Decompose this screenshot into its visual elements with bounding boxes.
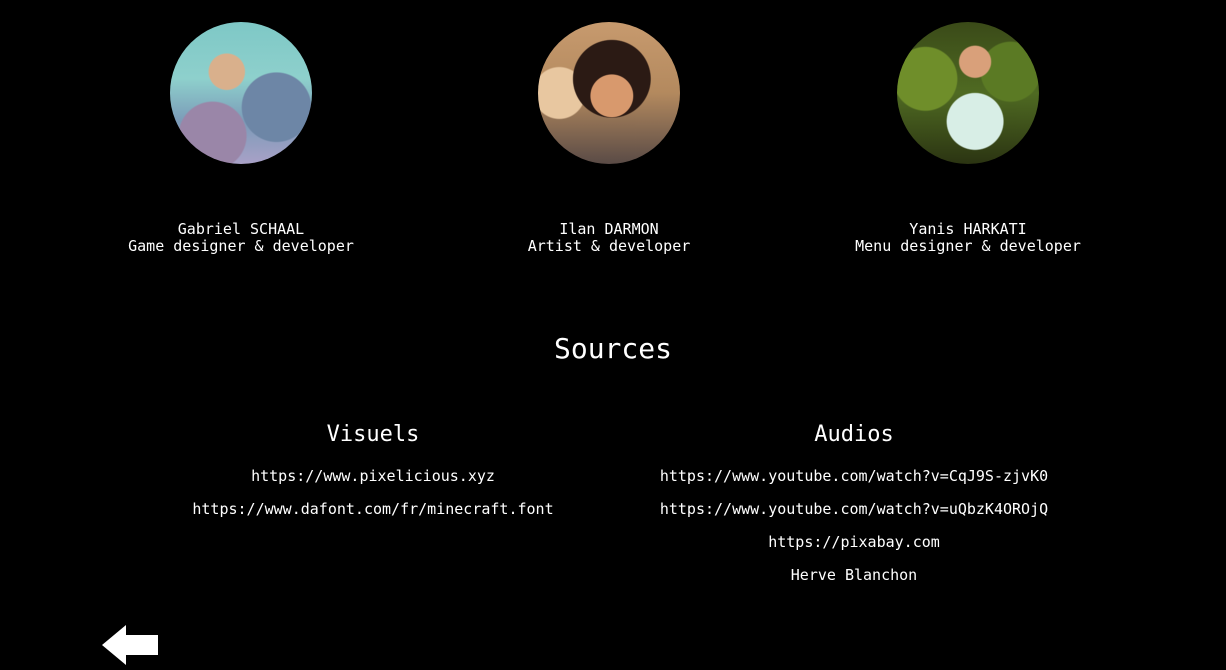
member-role: Game designer & developer bbox=[128, 237, 354, 255]
back-button[interactable] bbox=[102, 625, 160, 665]
member-role: Artist & developer bbox=[527, 237, 691, 255]
sources-title: Sources bbox=[553, 332, 672, 365]
avatar bbox=[538, 22, 680, 164]
avatar bbox=[170, 22, 312, 164]
audios-column: Audios https://www.youtube.com/watch?v=C… bbox=[604, 422, 1104, 600]
visuels-column: Visuels https://www.pixelicious.xyz http… bbox=[173, 422, 573, 534]
member-name: Yanis HARKATI bbox=[909, 220, 1027, 238]
source-link-youtube-2[interactable]: https://www.youtube.com/watch?v=uQbzK4OR… bbox=[604, 501, 1104, 518]
source-credit-herve: Herve Blanchon bbox=[790, 566, 918, 584]
source-link-pixelicious[interactable]: https://www.pixelicious.xyz bbox=[173, 468, 573, 485]
team-member-yanis: Yanis HARKATI Menu designer & developer bbox=[828, 22, 1108, 255]
arrow-left-icon bbox=[102, 625, 158, 665]
member-name: Ilan DARMON bbox=[559, 220, 659, 238]
audios-title: Audios bbox=[814, 422, 894, 447]
source-link-pixabay[interactable]: https://pixabay.com bbox=[604, 534, 1104, 551]
avatar bbox=[897, 22, 1039, 164]
team-member-ilan: Ilan DARMON Artist & developer bbox=[469, 22, 749, 255]
visuels-title: Visuels bbox=[326, 422, 420, 447]
team-member-gabriel: Gabriel SCHAAL Game designer & developer bbox=[101, 22, 381, 255]
source-link-youtube-1[interactable]: https://www.youtube.com/watch?v=CqJ9S-zj… bbox=[604, 468, 1104, 485]
member-role: Menu designer & developer bbox=[855, 237, 1081, 255]
member-name: Gabriel SCHAAL bbox=[177, 220, 305, 238]
source-link-dafont[interactable]: https://www.dafont.com/fr/minecraft.font bbox=[173, 501, 573, 518]
